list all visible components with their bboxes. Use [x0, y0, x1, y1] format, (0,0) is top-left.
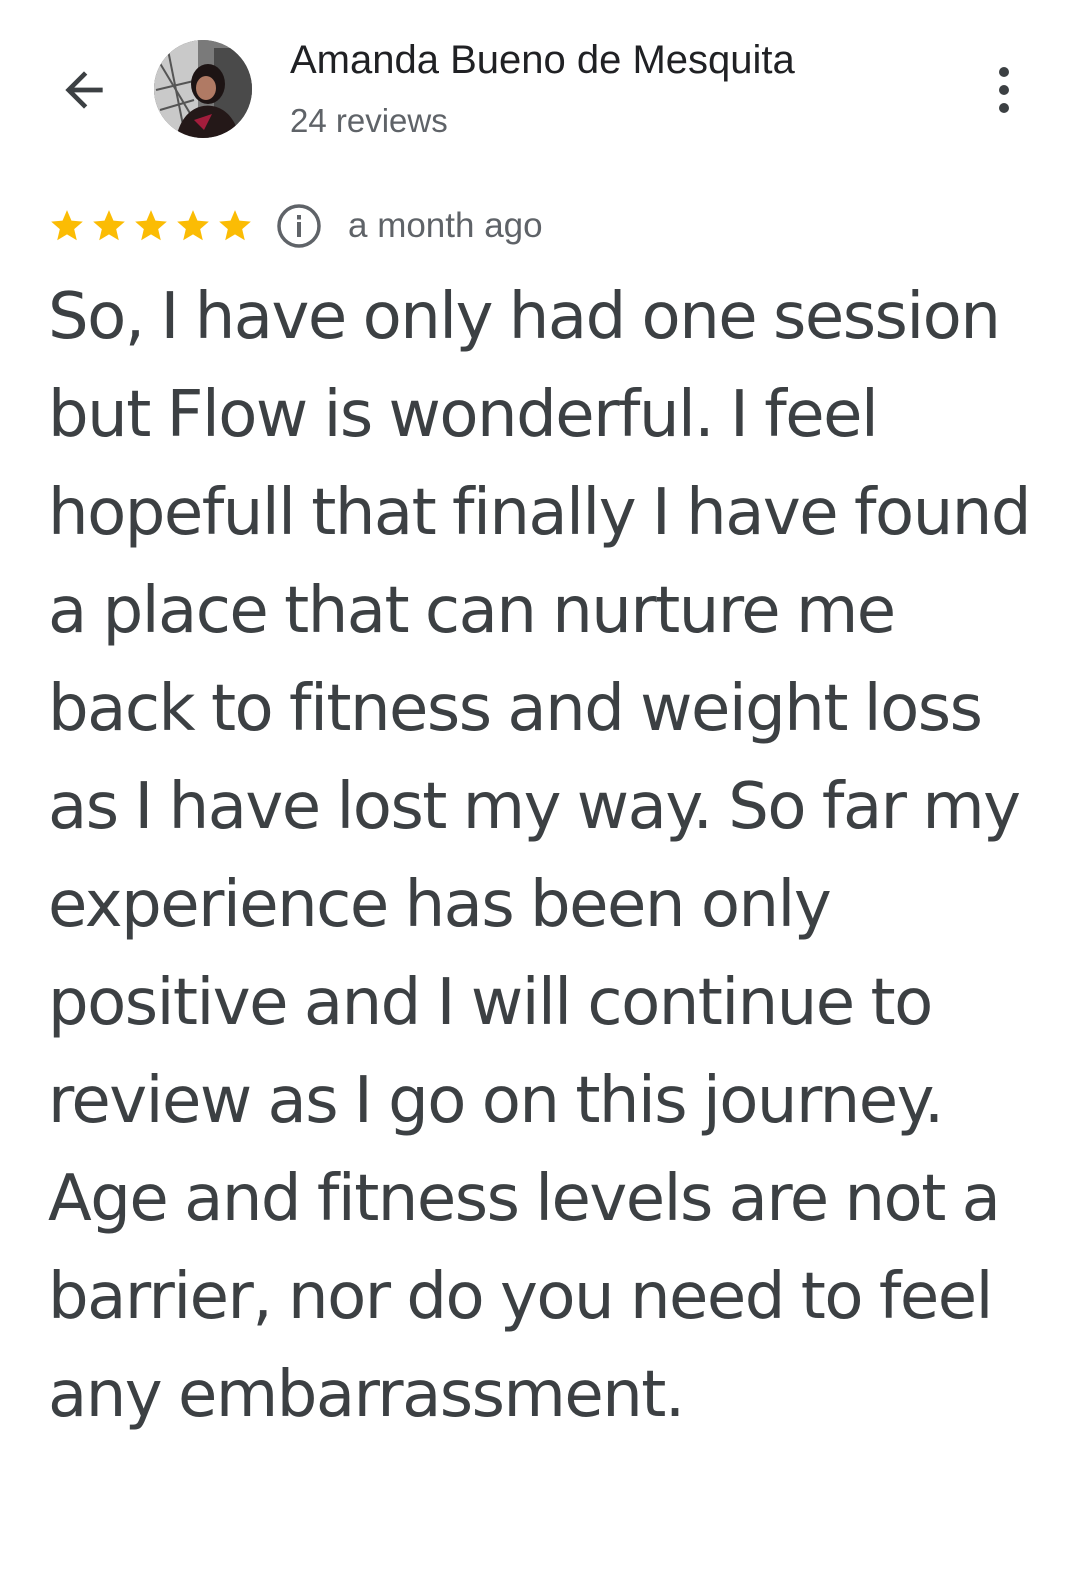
reviewer-name[interactable]: Amanda Bueno de Mesquita — [290, 38, 795, 83]
star-rating — [48, 207, 254, 245]
more-vert-icon-dot — [999, 85, 1009, 95]
star-icon — [51, 210, 83, 241]
review-detail-screen: Amanda Bueno de Mesquita 24 reviews a mo… — [0, 0, 1080, 1594]
more-options-button[interactable] — [982, 62, 1026, 118]
review-text: So, I have only had one session but Flow… — [48, 280, 1031, 1432]
rating-row: a month ago — [48, 202, 543, 250]
reviewer-review-count[interactable]: 24 reviews — [290, 102, 448, 140]
review-header: Amanda Bueno de Mesquita 24 reviews — [0, 0, 1080, 170]
review-timestamp: a month ago — [348, 206, 543, 245]
back-button[interactable] — [52, 58, 116, 122]
star-icon — [177, 210, 209, 241]
more-vert-icon-dot — [999, 103, 1009, 113]
avatar-photo — [154, 40, 252, 138]
arrow-back-icon — [65, 71, 103, 109]
more-vert-icon — [999, 67, 1009, 77]
star-icon — [219, 210, 251, 241]
star-icon — [135, 210, 167, 241]
info-icon[interactable] — [276, 203, 322, 249]
star-icon — [93, 210, 125, 241]
avatar[interactable] — [154, 40, 252, 138]
